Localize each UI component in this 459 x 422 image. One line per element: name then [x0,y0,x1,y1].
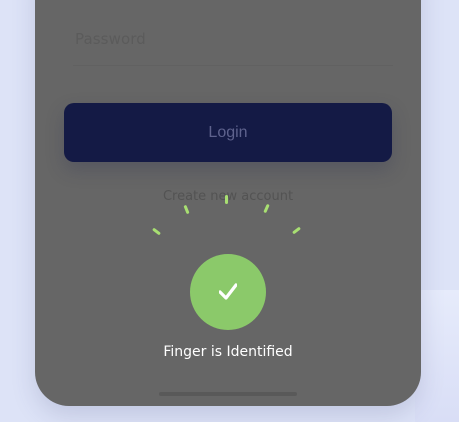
burst-ray-left [152,227,161,236]
password-placeholder: Password [75,30,146,48]
background-panel [415,290,459,422]
login-button[interactable]: Login [64,103,392,162]
fingerprint-status-text: Finger is Identified [163,344,293,360]
burst-ray-upper-left [183,204,190,215]
burst-ray-upper-right [263,203,270,214]
burst-ray-top [225,195,228,204]
create-account-link[interactable]: Create new account [35,189,421,204]
password-field[interactable]: Password [65,26,393,66]
phone-screen: Password Login Create new account Finger… [35,0,421,406]
home-indicator [159,392,297,396]
check-icon [219,283,237,300]
fingerprint-success-indicator [139,195,317,330]
password-underline [73,65,393,66]
success-circle [190,254,266,330]
burst-ray-right [292,226,301,235]
